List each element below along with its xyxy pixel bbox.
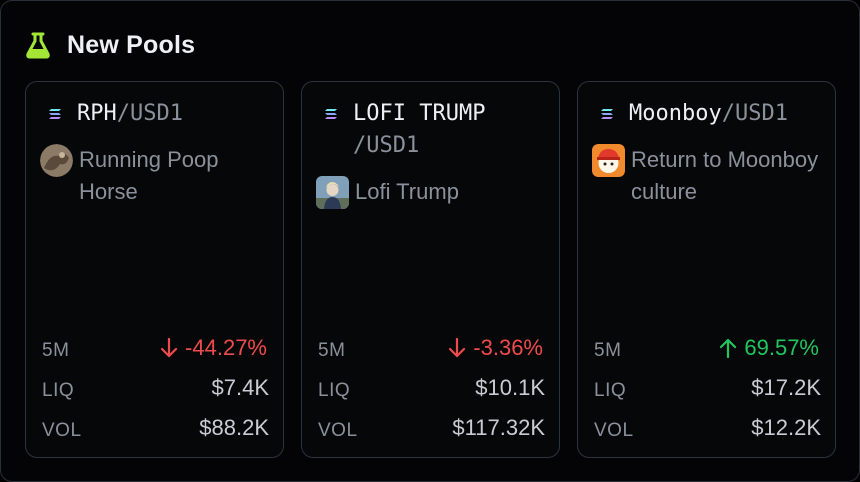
solana-icon: [601, 109, 613, 119]
liq-label: LIQ: [318, 380, 351, 401]
arrow-up-icon: [720, 338, 737, 359]
vol-label: VOL: [594, 420, 634, 441]
panel-title: New Pools: [67, 30, 196, 59]
pool-token: Return to Moonboy culture: [592, 144, 828, 208]
pool-stats: 5M -3.36% LIQ $10.1K VOL $117.32K: [318, 334, 545, 454]
pool-token-name: Lofi Trump: [355, 179, 459, 204]
vol-value: $12.2K: [751, 415, 821, 440]
pool-token: Running Poop Horse: [40, 144, 276, 208]
change-value: -3.36%: [447, 334, 543, 362]
liq-label: LIQ: [594, 380, 627, 401]
vol-value: $117.32K: [452, 415, 545, 440]
flask-icon: [26, 32, 50, 59]
vol-label: VOL: [42, 420, 82, 441]
pool-card[interactable]: Moonboy /USD1 Return to Moonboy culture …: [577, 81, 836, 458]
pool-token-name: Return to Moonboy culture: [631, 147, 819, 204]
pool-card[interactable]: RPH /USD1 Running Poop Horse 5M -44.27%: [25, 81, 284, 458]
token-avatar: [40, 144, 73, 177]
liq-value: $7.4K: [211, 375, 270, 400]
panel-header: New Pools: [25, 29, 195, 61]
solana-icon: [49, 109, 61, 119]
vol-value: $88.2K: [199, 415, 269, 440]
token-avatar: [592, 144, 625, 177]
pool-symbol: LOFI TRUMP: [353, 101, 486, 126]
vol-label: VOL: [318, 420, 358, 441]
arrow-down-icon: [449, 337, 466, 358]
change-value: 69.57%: [718, 334, 819, 362]
pool-card[interactable]: LOFI TRUMP /USD1 Lofi Trump 5M -3.36% LI…: [301, 81, 560, 458]
pool-stats: 5M 69.57% LIQ $17.2K VOL $12.2K: [594, 334, 821, 454]
pool-symbol: Moonboy: [629, 101, 722, 126]
liq-value: $10.1K: [475, 375, 545, 400]
arrow-down-icon: [160, 337, 178, 358]
pool-pair: LOFI TRUMP /USD1: [324, 98, 554, 162]
solana-icon: [325, 109, 337, 119]
pool-quote: /USD1: [353, 133, 420, 158]
pool-symbol: RPH: [77, 101, 117, 126]
new-pools-panel: New Pools RPH /USD1 Running Poop Horse 5…: [0, 0, 860, 482]
liq-value: $17.2K: [751, 375, 821, 400]
pool-quote: /USD1: [116, 101, 183, 126]
pool-token: Lofi Trump: [316, 176, 552, 209]
token-avatar: [316, 176, 349, 209]
pool-pair: RPH /USD1: [48, 98, 278, 130]
pool-stats: 5M -44.27% LIQ $7.4K VOL $88.2K: [42, 334, 269, 454]
pool-quote: /USD1: [721, 101, 788, 126]
change-label: 5M: [42, 340, 70, 361]
pool-token-name: Running Poop Horse: [79, 147, 219, 204]
liq-label: LIQ: [42, 380, 75, 401]
change-label: 5M: [318, 340, 346, 361]
change-value: -44.27%: [159, 334, 267, 362]
pool-pair: Moonboy /USD1: [600, 98, 830, 130]
change-label: 5M: [594, 340, 622, 361]
